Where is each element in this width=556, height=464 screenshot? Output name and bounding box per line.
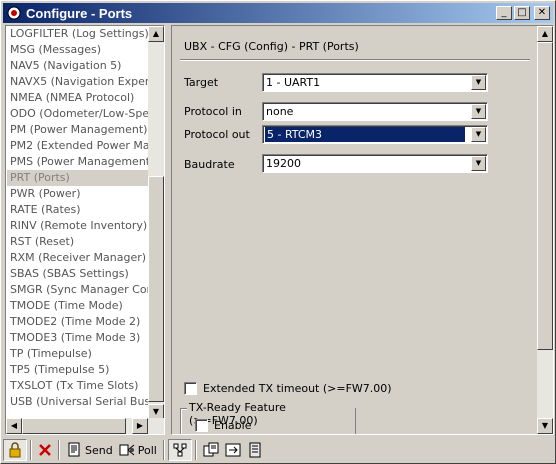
list-item[interactable]: NAV5 (Navigation 5) — [7, 58, 149, 74]
list-item[interactable]: PM2 (Extended Power Man — [7, 138, 149, 154]
list-item[interactable]: PRT (Ports) — [7, 170, 149, 186]
document-button[interactable] — [244, 439, 266, 461]
list-item[interactable]: USB (Universal Serial Bus) — [7, 394, 149, 410]
message-list-pane: LOGFILTER (Log Settings) MSG (Messages) NA… — [5, 25, 165, 435]
save-icon — [225, 443, 241, 457]
scroll-left-arrow-icon[interactable]: ◀ — [6, 418, 22, 434]
toolbar-separator — [30, 440, 32, 460]
panel-title: UBX - CFG (Config) - PRT (Ports) — [184, 40, 359, 53]
config-panel-vscrollbar[interactable]: ▲ ▼ — [537, 26, 553, 434]
toolbar-separator — [194, 440, 197, 460]
list-item[interactable]: PM (Power Management) — [7, 122, 149, 138]
list-item[interactable]: TP (Timepulse) — [7, 346, 149, 362]
txready-groupbox: TX-Ready Feature (>=FW7.00) Enable — [180, 401, 356, 434]
list-item[interactable]: RST (Reset) — [7, 234, 149, 250]
delete-x-icon — [39, 444, 51, 456]
scroll-thumb[interactable] — [148, 176, 164, 402]
title-bar[interactable]: Configure - Ports _ □ ✕ — [3, 3, 553, 23]
send-document-icon — [68, 442, 80, 457]
config-panel: UBX - CFG (Config) - PRT (Ports) Target … — [171, 25, 554, 435]
list-item[interactable]: SBAS (SBAS Settings) — [7, 266, 149, 282]
list-item[interactable]: RXM (Receiver Manager) — [7, 250, 149, 266]
poll-icon — [119, 444, 135, 456]
bottom-toolbar: Send Poll — [3, 438, 553, 462]
list-item[interactable]: SMGR (Sync Manager Conf — [7, 282, 149, 298]
window-controls: _ □ ✕ — [496, 6, 550, 20]
lock-icon — [9, 442, 21, 458]
message-list[interactable]: LOGFILTER (Log Settings) MSG (Messages) NA… — [7, 26, 149, 420]
chevron-down-icon[interactable]: ▼ — [471, 156, 486, 171]
list-item[interactable]: RATE (Rates) — [7, 202, 149, 218]
scroll-up-arrow-icon[interactable]: ▲ — [148, 26, 164, 42]
list-item[interactable]: MSG (Messages) — [7, 42, 149, 58]
load-icon — [203, 442, 219, 457]
txready-enable-row[interactable]: Enable — [195, 419, 251, 432]
poll-button[interactable]: Poll — [116, 439, 160, 461]
scroll-up-arrow-icon[interactable]: ▲ — [537, 26, 553, 42]
list-item[interactable]: PMS (Power Management S — [7, 154, 149, 170]
hscroll-thumb[interactable] — [22, 418, 126, 434]
scroll-thumb[interactable] — [537, 42, 553, 350]
app-icon — [6, 5, 22, 21]
list-item[interactable]: RINV (Remote Inventory) — [7, 218, 149, 234]
target-label: Target — [184, 76, 219, 89]
list-item[interactable]: NAVX5 (Navigation Expert 5 — [7, 74, 149, 90]
list-item[interactable]: TXSLOT (Tx Time Slots) — [7, 378, 149, 394]
minimize-button[interactable]: _ — [496, 6, 512, 20]
load-config-button[interactable] — [200, 439, 222, 461]
txready-enable-checkbox[interactable] — [195, 419, 208, 432]
extended-tx-timeout-checkbox[interactable] — [184, 382, 197, 395]
auto-poll-button[interactable] — [167, 439, 192, 461]
chevron-down-icon[interactable]: ▼ — [471, 127, 486, 142]
close-button[interactable]: ✕ — [534, 6, 550, 20]
extended-tx-timeout-row[interactable]: Extended TX timeout (>=FW7.00) — [184, 382, 392, 395]
protocol-in-select[interactable]: none ▼ — [262, 102, 488, 121]
baudrate-label: Baudrate — [184, 158, 235, 171]
protocol-out-label: Protocol out — [184, 128, 250, 141]
panel-divider — [180, 59, 530, 61]
list-item[interactable]: TMODE3 (Time Mode 3) — [7, 330, 149, 346]
list-item[interactable]: TP5 (Timepulse 5) — [7, 362, 149, 378]
list-item[interactable]: LOGFILTER (Log Settings) — [7, 26, 149, 42]
list-item[interactable]: TMODE2 (Time Mode 2) — [7, 314, 149, 330]
send-button[interactable]: Send — [63, 439, 116, 461]
delete-button[interactable] — [35, 439, 55, 461]
protocol-out-select[interactable]: 5 - RTCM3 ▼ — [262, 125, 488, 144]
list-item[interactable]: NMEA (NMEA Protocol) — [7, 90, 149, 106]
lock-button[interactable] — [3, 439, 27, 461]
save-config-button[interactable] — [222, 439, 244, 461]
chevron-down-icon[interactable]: ▼ — [471, 75, 486, 90]
baudrate-select[interactable]: 19200 ▼ — [262, 154, 488, 173]
list-item[interactable]: ODO (Odometer/Low-Speed — [7, 106, 149, 122]
toolbar-separator — [58, 440, 60, 460]
target-select[interactable]: 1 - UART1 ▼ — [262, 73, 488, 92]
configure-window: Configure - Ports _ □ ✕ LOGFILTER (Log S… — [0, 0, 556, 464]
chevron-down-icon[interactable]: ▼ — [471, 104, 486, 119]
protocol-in-label: Protocol in — [184, 105, 242, 118]
tree-icon — [173, 443, 187, 457]
list-item[interactable]: PWR (Power) — [7, 186, 149, 202]
window-title: Configure - Ports — [26, 5, 133, 21]
list-item[interactable]: TMODE (Time Mode) — [7, 298, 149, 314]
message-list-vscrollbar[interactable]: ▲ ▼ — [148, 26, 164, 420]
scroll-right-arrow-icon[interactable]: ▶ — [132, 418, 148, 434]
scroll-down-arrow-icon[interactable]: ▼ — [537, 418, 553, 434]
maximize-button[interactable]: □ — [514, 6, 530, 20]
toolbar-separator — [162, 440, 165, 460]
document-icon — [249, 442, 261, 458]
message-list-hscrollbar[interactable]: ◀ ▶ — [6, 418, 164, 434]
